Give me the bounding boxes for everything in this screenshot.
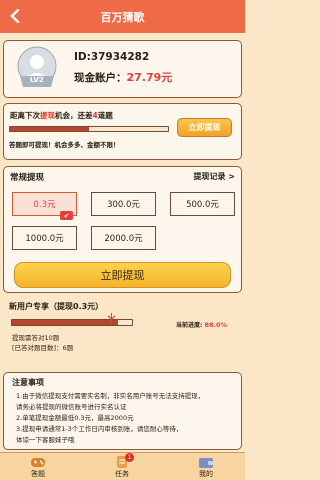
amount-option-label: 500.0元 [186, 200, 219, 210]
next-withdraw-middle: 机会，还差 [55, 111, 93, 120]
amount-option-label: 0.3元 [33, 200, 56, 210]
note-line: 2.单笔提现金额最低0.3元，最高2000元 [16, 414, 134, 422]
tab-mine[interactable]: 我的 [176, 453, 236, 480]
progress-fill [12, 320, 118, 325]
notes-title: 注意事项 [12, 378, 44, 387]
note-line: 1.由于微信提现支付需要实名制，非实名用户账号无法支持提现， [16, 392, 205, 400]
tab-label: 答题 [31, 470, 45, 478]
withdraw-now-button-small[interactable]: 立即提现 [177, 118, 232, 137]
wallet-icon [199, 458, 213, 468]
back-button[interactable] [6, 7, 24, 25]
next-withdraw-title: 距离下次提现机会，还差4道题 [10, 110, 113, 121]
avatar[interactable]: LV2 [16, 46, 58, 90]
user-id: ID:37934282 [74, 51, 150, 63]
withdraw-record-link[interactable]: 提现记录 > [194, 171, 236, 182]
amount-option[interactable]: 2000.0元 [91, 226, 156, 250]
new-user-title: 新用户专享（提现0.3元） [9, 302, 104, 311]
next-withdraw-tip: 答题即可提现！机会多多、金额不限！ [9, 141, 120, 149]
next-withdraw-highlight: 提现 [40, 111, 55, 120]
cash-amount: 27.79元 [126, 71, 173, 84]
progress-marker-icon [107, 313, 116, 325]
current-progress-value: 88.0% [204, 321, 228, 329]
next-withdraw-prefix: 距离下次 [10, 111, 40, 120]
note-line: 3.提现申请通常1-3个工作日内审核到账，请您耐心等待， [16, 425, 183, 433]
current-progress: 当前进度: 88.0% [176, 320, 227, 329]
tab-label: 任务 [115, 470, 129, 478]
next-withdraw-suffix: 道题 [97, 111, 113, 120]
progress-fill [10, 127, 89, 131]
note-line: 请务必将提现的微信账号进行实名认证 [16, 403, 127, 411]
amount-option[interactable]: 300.0元 [91, 192, 156, 216]
regular-withdraw-card: 常规提现 提现记录 > 0.3元 ✔ 300.0元 500.0元 1000.0元… [3, 166, 242, 293]
next-withdraw-card: 距离下次提现机会，还差4道题 答题即可提现！机会多多、金额不限！ 立即提现 [3, 103, 242, 160]
bottom-tab-bar: 答题 1 任务 我的 [0, 452, 245, 480]
cash-account: 现金账户：27.79元 [74, 69, 172, 85]
chevron-left-icon [10, 9, 20, 23]
answered-count: [已答对题目数]：6题 [12, 344, 74, 352]
profile-card: LV2 ID:37934282 现金账户：27.79元 [3, 40, 242, 98]
withdraw-now-button[interactable]: 立即提现 [14, 262, 231, 288]
current-progress-label: 当前进度: [176, 322, 203, 329]
amount-option[interactable]: 1000.0元 [12, 226, 77, 250]
regular-withdraw-title: 常规提现 [10, 173, 45, 183]
gamepad-icon [31, 458, 45, 467]
amount-option-label: 300.0元 [107, 200, 140, 210]
notes-card: 注意事项 1.由于微信提现支付需要实名制，非实名用户账号无法支持提现， 请务必将… [3, 372, 242, 450]
checkmark-icon: ✔ [60, 211, 73, 220]
required-answers: 提现需答对10题 [12, 334, 60, 342]
amount-option-label: 2000.0元 [104, 234, 143, 244]
tab-label: 我的 [199, 470, 213, 478]
tab-task[interactable]: 1 任务 [92, 453, 152, 480]
amount-option[interactable]: 500.0元 [170, 192, 235, 216]
tab-answer[interactable]: 答题 [8, 453, 68, 480]
amount-option-label: 1000.0元 [25, 234, 64, 244]
task-badge: 1 [125, 453, 134, 462]
top-bar: 百万猜歌 [0, 0, 245, 33]
page-title: 百万猜歌 [100, 10, 145, 24]
next-withdraw-progress [9, 126, 169, 132]
level-badge: LV2 [30, 76, 44, 84]
note-line: 体谅一下客服妹子哦 [16, 436, 75, 444]
cash-label: 现金账户： [74, 72, 127, 84]
amount-option[interactable]: 0.3元 ✔ [12, 192, 77, 220]
